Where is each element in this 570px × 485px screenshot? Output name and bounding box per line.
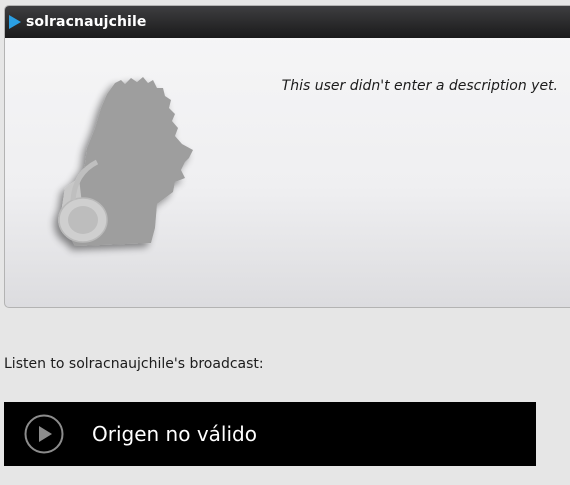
broadcast-player[interactable]: Origen no válido	[4, 402, 536, 466]
profile-description: This user didn't enter a description yet…	[281, 78, 558, 94]
profile-username: solracnaujchile	[26, 14, 147, 30]
profile-body: This user didn't enter a description yet…	[5, 38, 570, 307]
user-silhouette-headphones-icon	[58, 77, 193, 246]
play-circle-icon[interactable]	[24, 414, 64, 454]
profile-panel: solracnaujchile This user didn't enter a…	[4, 5, 570, 308]
player-status-message: Origen no válido	[92, 422, 257, 446]
play-arrow-icon	[9, 15, 21, 29]
listen-label: Listen to solracnaujchile's broadcast:	[4, 356, 264, 372]
profile-titlebar: solracnaujchile	[5, 6, 570, 38]
